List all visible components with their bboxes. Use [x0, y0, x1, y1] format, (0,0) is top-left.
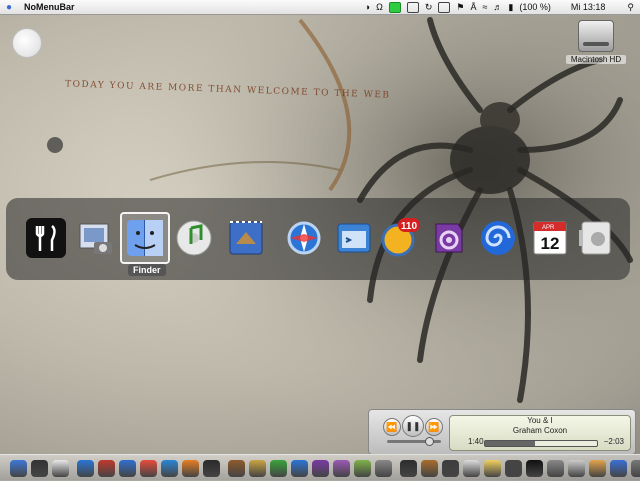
mail-icon	[229, 221, 263, 255]
app-name-menu[interactable]: NoMenuBar	[24, 2, 75, 12]
textmate-icon[interactable]	[421, 459, 438, 477]
purple-icon[interactable]	[333, 459, 350, 477]
trash-icon[interactable]	[631, 459, 640, 477]
colorsync-icon	[435, 223, 463, 253]
volume-slider[interactable]	[387, 437, 441, 446]
itunes-icon	[176, 220, 212, 256]
menubar-clock[interactable]: Mi 13:18	[571, 1, 606, 13]
colorsync-icon[interactable]	[312, 459, 329, 477]
browser-window-icon	[337, 223, 371, 253]
pause-icon: ❚❚	[405, 420, 421, 431]
window-icon[interactable]	[406, 1, 419, 13]
wifi-icon[interactable]: ≈	[482, 1, 487, 13]
finder-icon	[127, 220, 163, 256]
volume-knob[interactable]	[425, 437, 434, 446]
safari-icon[interactable]	[161, 459, 178, 477]
now-playing-display: You & I Graham Coxon 1:40 −2:03	[449, 415, 631, 451]
dashboard-icon[interactable]	[31, 459, 48, 477]
chat-badge-count: 110	[401, 221, 418, 232]
switcher-app-colorsync[interactable]	[426, 216, 470, 260]
app-switcher: 110 APR 12 Finder	[6, 198, 630, 280]
fast-forward-icon: ⏩	[428, 421, 440, 432]
downloads-icon[interactable]	[610, 459, 627, 477]
volume-icon[interactable]: ♬	[493, 1, 502, 13]
preview-icon[interactable]	[375, 459, 392, 477]
gear-icon[interactable]	[400, 459, 417, 477]
bluetooth-icon[interactable]: Å	[470, 1, 476, 13]
hard-drive-icon	[578, 20, 614, 52]
spotlight-icon[interactable]: ⚲	[627, 1, 634, 13]
switcher-app-nautilus[interactable]	[476, 216, 520, 260]
pause-button[interactable]: ❚❚	[402, 415, 424, 437]
dock	[0, 454, 640, 481]
ical-icon[interactable]	[119, 459, 136, 477]
macintosh-hd-drive[interactable]: Macintosh HD	[566, 20, 626, 64]
switcher-app-iphoto[interactable]	[74, 216, 118, 260]
switcher-app-ical[interactable]: APR 12	[528, 216, 572, 260]
ical-icon: APR 12	[533, 221, 567, 255]
track-artist: Graham Coxon	[512, 426, 568, 435]
green-status-icon[interactable]	[388, 1, 401, 13]
rewind-icon: ⏪	[386, 421, 398, 432]
elapsed-time: 1:40	[468, 437, 484, 446]
battery-percent[interactable]: (100 %)	[519, 1, 551, 13]
ical-day: 12	[541, 234, 560, 253]
utility-icon[interactable]	[249, 459, 266, 477]
track-progress-fill	[485, 441, 536, 446]
apple-switch-icon	[579, 221, 611, 255]
drive-label: Macintosh HD	[566, 55, 626, 64]
desktop-bubble	[12, 28, 42, 58]
monitor-icon[interactable]	[505, 459, 522, 477]
firefox-icon[interactable]	[182, 459, 199, 477]
stack-icon[interactable]	[442, 459, 459, 477]
guitar-icon[interactable]	[228, 459, 245, 477]
menu-extras: ◑ Ω ↻ ⚑ Å ≈ ♬ ▮ (100 %) Mi 13:18 ⚲	[365, 1, 640, 13]
switcher-selected-label: Finder	[128, 264, 166, 276]
keyboard-icon[interactable]	[463, 459, 480, 477]
switcher-app-chat[interactable]: 110	[378, 216, 422, 260]
itunes-icon[interactable]	[270, 459, 287, 477]
switcher-app-mail[interactable]	[224, 216, 268, 260]
flag-icon[interactable]: ⚑	[456, 1, 464, 13]
plant-icon[interactable]	[354, 459, 371, 477]
terminal-icon[interactable]	[203, 459, 220, 477]
track-progress[interactable]	[484, 440, 598, 447]
chat-badge-icon: 110	[381, 218, 420, 257]
switcher-app-finder[interactable]	[120, 212, 170, 264]
nautilus-icon	[481, 221, 515, 255]
finder-icon[interactable]	[10, 459, 27, 477]
toggle-icon[interactable]: ◑	[365, 1, 370, 13]
switcher-app-safari[interactable]	[282, 216, 326, 260]
iphoto-icon	[79, 223, 112, 254]
switcher-app-itunes[interactable]	[172, 216, 216, 260]
safari-icon	[287, 221, 321, 255]
battery-icon[interactable]: ▮	[508, 1, 513, 13]
music-player: ⏪ ❚❚ ⏩ You & I Graham Coxon 1:40 −2:03	[368, 409, 636, 455]
apple-menu-icon[interactable]: ●	[0, 2, 18, 13]
grid-icon[interactable]	[568, 459, 585, 477]
previous-track-button[interactable]: ⏪	[383, 418, 401, 436]
drive-icon[interactable]	[589, 459, 606, 477]
fork-knife-icon[interactable]	[526, 459, 543, 477]
next-track-button[interactable]: ⏩	[425, 418, 443, 436]
x11-icon[interactable]	[52, 459, 69, 477]
mail-icon[interactable]	[77, 459, 94, 477]
ical-month: APR	[542, 225, 555, 231]
chat-icon[interactable]	[140, 459, 157, 477]
headphones-icon[interactable]: Ω	[376, 1, 383, 13]
dock-items	[0, 455, 640, 481]
track-title: You & I	[527, 416, 553, 425]
switcher-app-fork-knife[interactable]	[24, 216, 68, 260]
photo-icon[interactable]	[98, 459, 115, 477]
switcher-app-browser[interactable]	[332, 216, 376, 260]
menu-bar: ● NoMenuBar ◑ Ω ↻ ⚑ Å ≈ ♬ ▮ (100 %) Mi 1…	[0, 0, 640, 15]
switcher-app-apple-switch[interactable]	[574, 216, 618, 260]
printer-icon[interactable]	[547, 459, 564, 477]
browser-icon[interactable]	[291, 459, 308, 477]
sync-icon[interactable]: ↻	[425, 1, 433, 13]
lemon-icon[interactable]	[484, 459, 501, 477]
remaining-time: −2:03	[603, 437, 624, 446]
grid-icon[interactable]	[438, 1, 451, 13]
fork-knife-icon	[26, 218, 66, 258]
